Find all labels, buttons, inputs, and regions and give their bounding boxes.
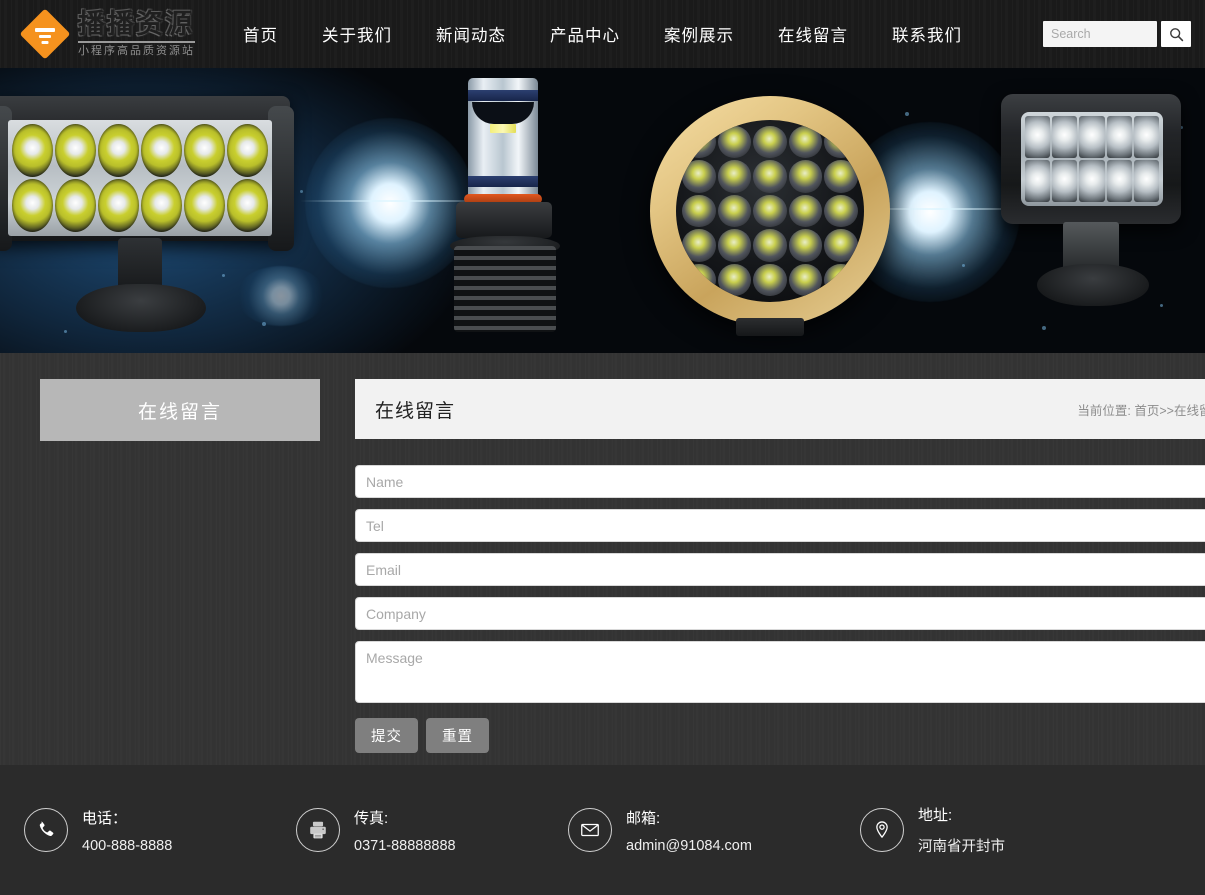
footer-phone-label: 电话： [82, 809, 128, 827]
footer-fax-value: 0371-88888888 [354, 837, 456, 854]
sidebar-item-message[interactable]: 在线留言 [40, 379, 320, 441]
footer-item-phone: 电话： 400-888-8888 [24, 807, 296, 854]
search-input[interactable] [1043, 21, 1157, 47]
header-search [1043, 21, 1191, 47]
nav-item-cases[interactable]: 案例展示 [642, 22, 756, 46]
footer-phone-value: 400-888-8888 [82, 837, 173, 854]
site-footer: 电话： 400-888-8888 传真: 0371-88888888 邮箱: a… [0, 765, 1205, 895]
footer-fax-label: 传真: [354, 809, 389, 827]
page-root: 播播资源 小程序高品质资源站 首页 关于我们 新闻动态 产品中心 案例展示 在线… [0, 0, 1205, 895]
logo-divider [78, 41, 195, 43]
footer-item-fax: 传真: 0371-88888888 [296, 807, 568, 854]
reset-button[interactable]: 重置 [426, 718, 489, 753]
footer-item-email: 邮箱: admin@91084.com [568, 807, 860, 854]
banner-product-work-light [1001, 86, 1191, 346]
nav-item-message[interactable]: 在线留言 [756, 22, 870, 46]
name-input[interactable] [355, 465, 1205, 498]
nav-item-products[interactable]: 产品中心 [528, 22, 642, 46]
nav-item-about[interactable]: 关于我们 [300, 22, 414, 46]
banner-product-led-bar [0, 86, 308, 353]
sidebar: 在线留言 [40, 379, 320, 753]
breadcrumb-current: 在线留言 [1173, 403, 1205, 418]
content-header: 在线留言 当前位置: 首页>>在线留言 [355, 379, 1205, 439]
main-area: 在线留言 在线留言 当前位置: 首页>>在线留言 提交 重置 [0, 353, 1205, 753]
breadcrumb-prefix: 当前位置: [1077, 403, 1131, 418]
footer-email-value: admin@91084.com [626, 837, 752, 854]
page-title: 在线留言 [375, 400, 456, 422]
hero-banner[interactable] [0, 68, 1205, 353]
search-icon [1169, 27, 1183, 41]
nav-item-home[interactable]: 首页 [221, 22, 300, 46]
envelope-icon [568, 808, 612, 852]
banner-product-round-spotlight [650, 96, 890, 336]
content-panel: 在线留言 当前位置: 首页>>在线留言 提交 重置 [355, 379, 1205, 753]
main-nav: 首页 关于我们 新闻动态 产品中心 案例展示 在线留言 联系我们 [221, 22, 1043, 46]
location-pin-icon [860, 808, 904, 852]
search-button[interactable] [1161, 21, 1191, 47]
company-input[interactable] [355, 597, 1205, 630]
site-logo[interactable]: 播播资源 小程序高品质资源站 [19, 8, 195, 60]
form-actions: 提交 重置 [355, 718, 1205, 753]
nav-item-contact[interactable]: 联系我们 [870, 22, 984, 46]
footer-address-value: 河南省开封市 [918, 839, 1005, 855]
footer-address-label: 地址: [918, 807, 953, 824]
site-header: 播播资源 小程序高品质资源站 首页 关于我们 新闻动态 产品中心 案例展示 在线… [0, 0, 1205, 68]
message-textarea[interactable] [355, 641, 1205, 703]
submit-button[interactable]: 提交 [355, 718, 418, 753]
logo-title: 播播资源 [78, 9, 194, 39]
breadcrumb: 当前位置: 首页>>在线留言 [1077, 400, 1205, 419]
diamond-logo-icon [19, 8, 71, 60]
banner-product-bulb [440, 78, 570, 348]
breadcrumb-home[interactable]: 首页 [1134, 404, 1159, 418]
tel-input[interactable] [355, 509, 1205, 542]
logo-text: 播播资源 小程序高品质资源站 [78, 11, 195, 57]
footer-email-label: 邮箱: [626, 809, 661, 827]
nav-item-news[interactable]: 新闻动态 [414, 22, 528, 46]
email-input[interactable] [355, 553, 1205, 586]
logo-subtitle: 小程序高品质资源站 [78, 45, 195, 57]
breadcrumb-separator: >> [1159, 403, 1174, 418]
footer-item-address: 地址: 河南省开封市 [860, 804, 1140, 856]
message-form: 提交 重置 [355, 439, 1205, 753]
sidebar-heading-label: 在线留言 [137, 401, 222, 423]
phone-icon [24, 808, 68, 852]
fax-icon [296, 808, 340, 852]
